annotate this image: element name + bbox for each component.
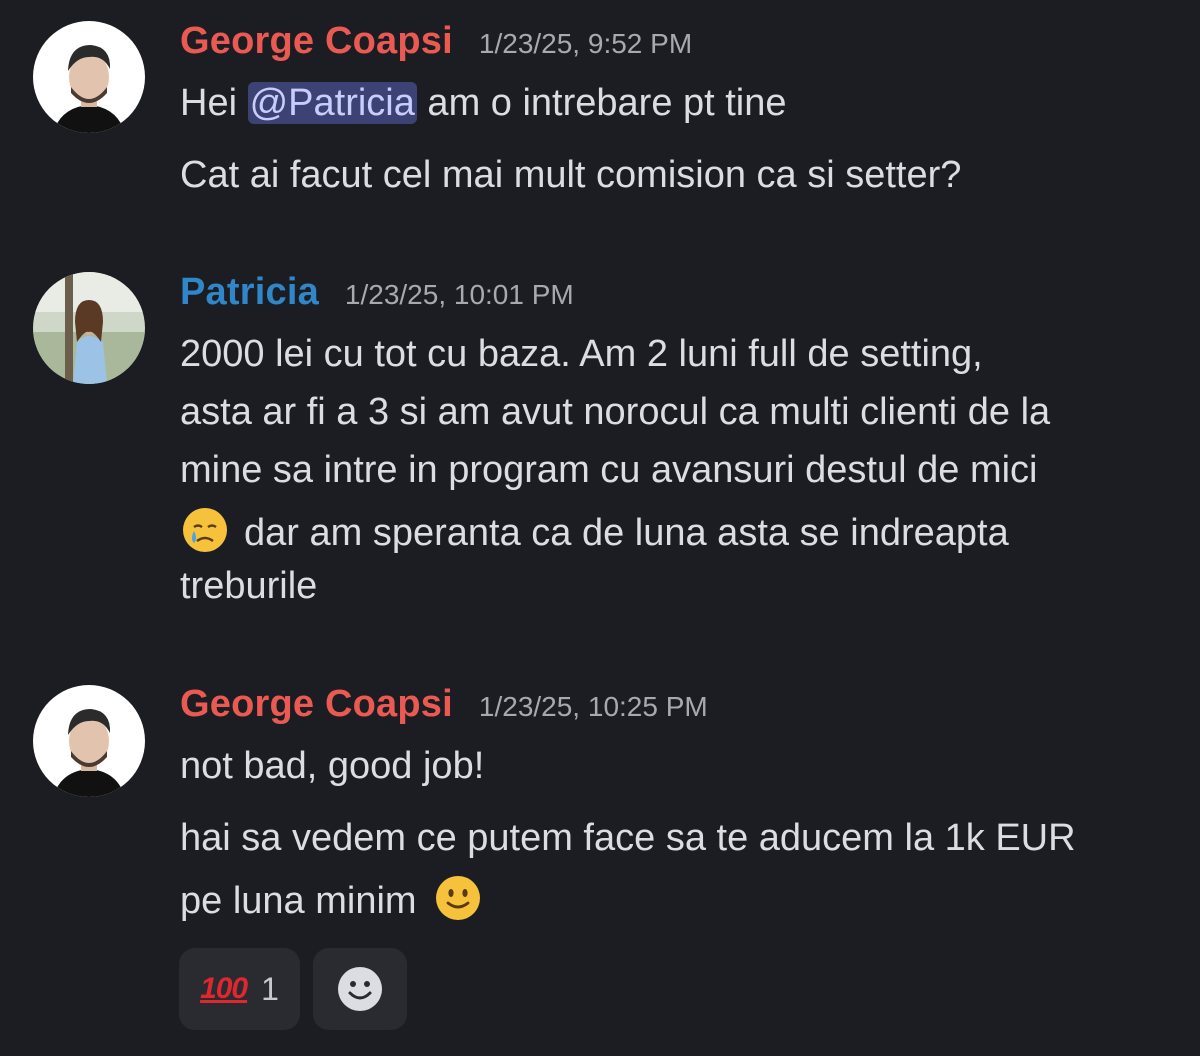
message-text: dar am speranta ca de luna asta se indre…: [180, 505, 1009, 556]
avatar-george-image: [33, 685, 145, 797]
message-text-segment: Hei: [180, 82, 248, 124]
message-text-segment: am o intrebare pt tine: [416, 82, 787, 124]
reaction-count: 1: [261, 970, 279, 1007]
author-name[interactable]: George Coapsi: [180, 20, 453, 63]
add-reaction-button[interactable]: [313, 948, 407, 1030]
message-text: mine sa intre in program cu avansuri des…: [180, 449, 1038, 491]
message-text-segment: dar am speranta ca de luna asta se indre…: [244, 512, 1009, 554]
chat-view: George Coapsi 1/23/25, 9:52 PM Hei @Patr…: [0, 0, 1200, 1056]
message-text: Cat ai facut cel mai mult comision ca si…: [180, 154, 962, 196]
message-text: asta ar fi a 3 si am avut norocul ca mul…: [180, 391, 1051, 433]
message-text: 2000 lei cu tot cu baza. Am 2 luni full …: [180, 333, 983, 375]
avatar-patricia-image: [33, 272, 145, 384]
author-name[interactable]: George Coapsi: [180, 683, 453, 726]
message-text: hai sa vedem ce putem face sa te aducem …: [180, 817, 1076, 859]
avatar-patricia[interactable]: [33, 272, 145, 384]
avatar-george[interactable]: [33, 685, 145, 797]
avatar-george[interactable]: [33, 21, 145, 133]
hundred-points-icon: 100: [200, 972, 248, 1005]
message-text: pe luna minim: [180, 873, 483, 924]
message-timestamp: 1/23/25, 10:01 PM: [344, 279, 574, 310]
message-timestamp: 1/23/25, 10:25 PM: [478, 691, 708, 722]
message-text: Hei @Patricia am o intrebare pt tine: [180, 80, 787, 126]
add-reaction-smiley-icon: [338, 967, 382, 1011]
author-name[interactable]: Patricia: [180, 271, 319, 314]
message-timestamp: 1/23/25, 9:52 PM: [478, 28, 693, 59]
slightly-smiling-face-icon: [433, 873, 483, 923]
reaction-hundred[interactable]: 100 1: [179, 948, 300, 1030]
crying-face-icon: [180, 505, 230, 555]
message-text: treburile: [180, 565, 318, 607]
message-text-segment: pe luna minim: [180, 880, 417, 922]
user-mention[interactable]: @Patricia: [247, 82, 417, 124]
avatar-george-image: [33, 21, 145, 133]
message-text: not bad, good job!: [180, 745, 485, 787]
